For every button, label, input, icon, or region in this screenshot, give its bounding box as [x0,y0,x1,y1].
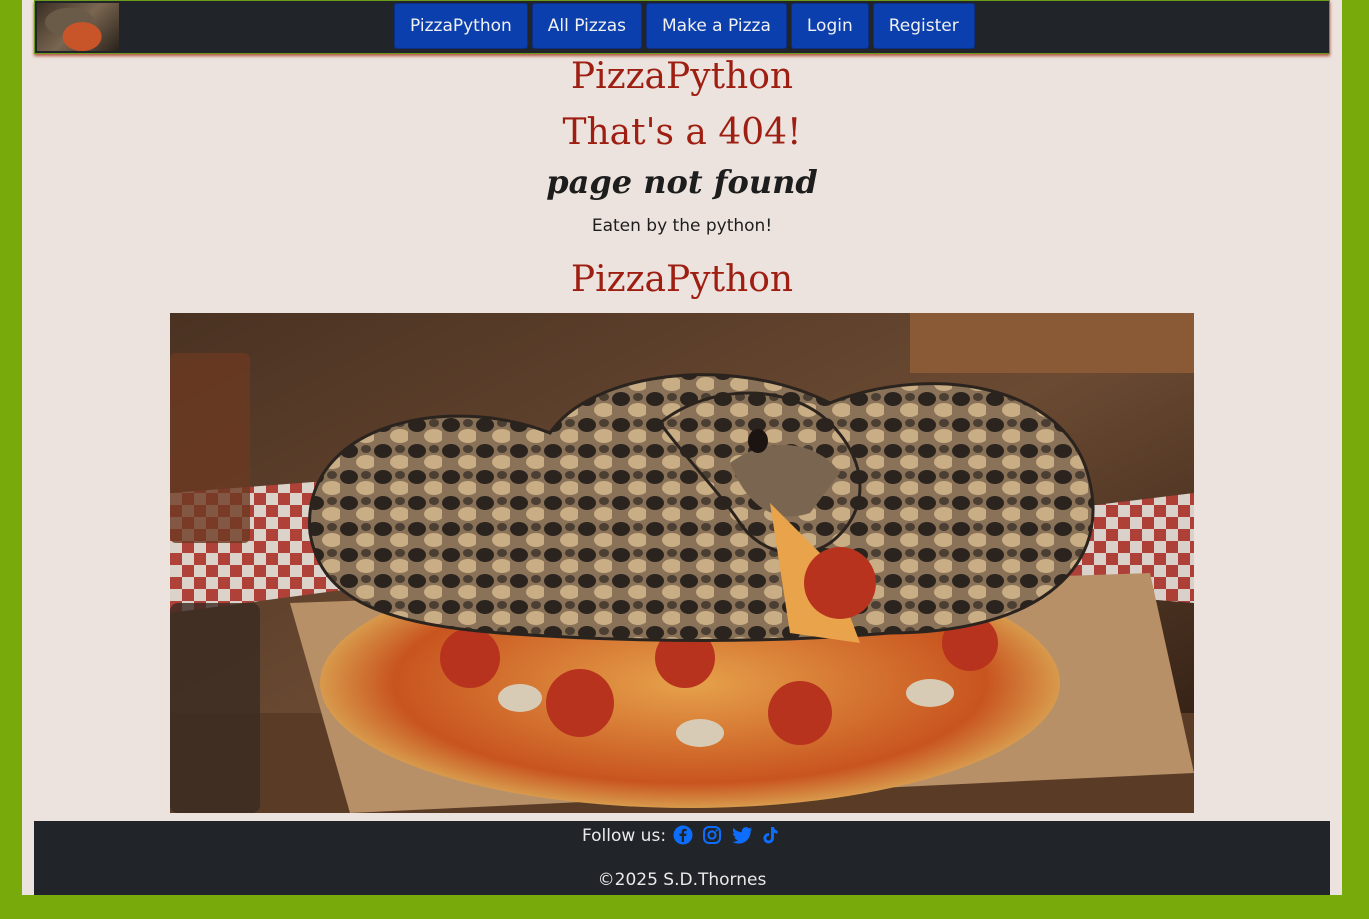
site-title: PizzaPython [570,56,794,97]
nav-pizzapython-button[interactable]: PizzaPython [394,3,528,49]
follow-us: Follow us: [34,825,1330,847]
footer: Follow us: ©2025 S.D.Thornes [34,821,1330,895]
facebook-icon[interactable] [673,825,695,847]
instagram-icon[interactable] [702,825,724,847]
error-message: Eaten by the python! [591,216,773,236]
page: PizzaPython All Pizzas Make a Pizza Logi… [22,0,1342,895]
navbar: PizzaPython All Pizzas Make a Pizza Logi… [34,0,1330,54]
twitter-icon[interactable] [731,825,753,847]
site-title-secondary: PizzaPython [570,259,794,300]
error-subtitle: page not found [546,163,818,201]
error-title: That's a 404! [562,112,802,153]
copyright: ©2025 S.D.Thornes [597,870,767,890]
nav-login-button[interactable]: Login [790,3,869,49]
nav-register-button[interactable]: Register [872,3,975,49]
follow-label: Follow us: [581,826,667,846]
nav-make-pizza-button[interactable]: Make a Pizza [646,3,787,49]
tiktok-icon[interactable] [760,825,782,847]
nav-all-pizzas-button[interactable]: All Pizzas [531,3,642,49]
python-eating-pizza-image [170,313,1194,813]
nav-menu: PizzaPython All Pizzas Make a Pizza Logi… [394,3,975,49]
logo-image[interactable] [37,3,119,51]
